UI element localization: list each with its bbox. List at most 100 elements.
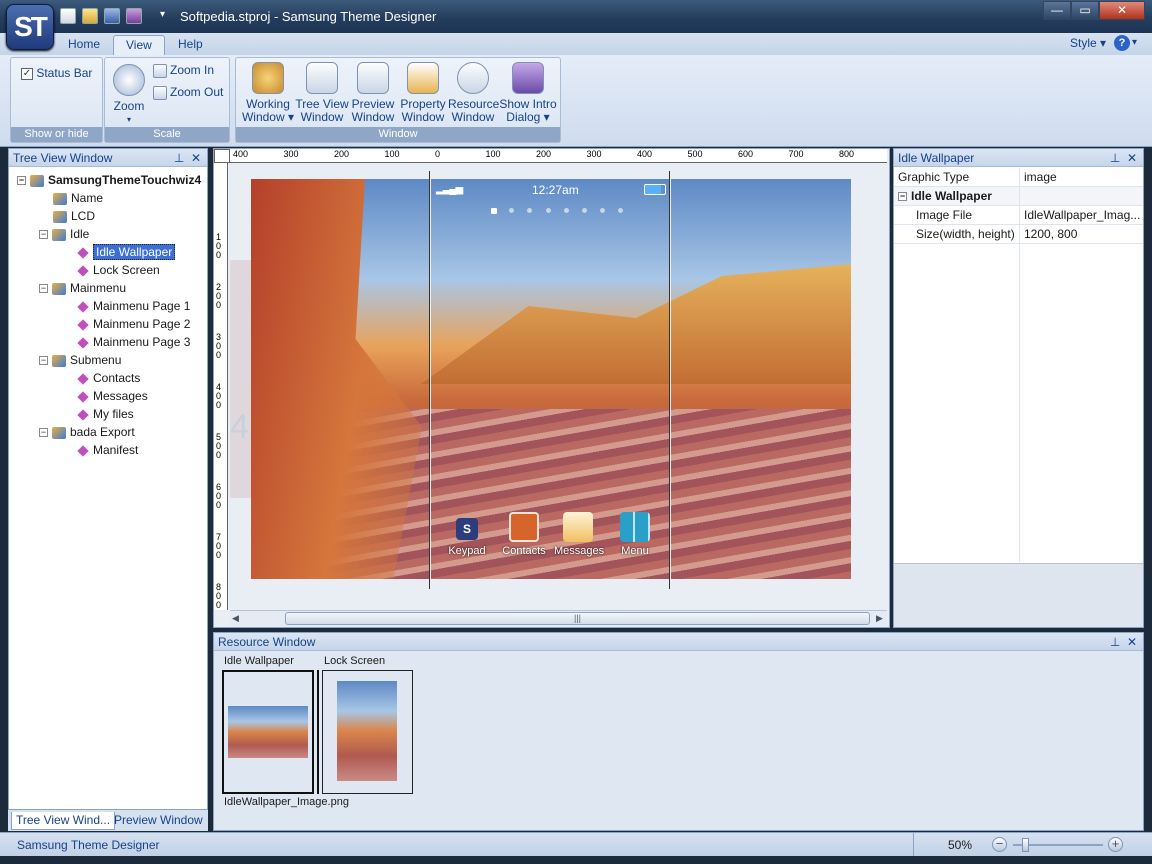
tree-item-lock-screen[interactable]: Lock Screen [77,261,160,279]
app-keypad[interactable]: S Keypad [448,512,486,557]
folder-icon [52,228,66,241]
ruler-top: 40030020010001002003004005006007008009 [230,149,887,163]
collapse-icon[interactable]: − [898,192,907,202]
ruler-left: 100 200 300 400 500 600 700 800 [214,163,228,610]
preview-window-button[interactable]: Preview Window [348,62,398,124]
page-indicator-dot[interactable] [545,208,551,213]
screen-guide-right[interactable] [669,171,671,589]
minimize-button[interactable]: — [1043,1,1071,20]
property-name: Size(width, height) [916,227,1015,241]
page-indicator-dot[interactable] [582,208,587,213]
scroll-thumb[interactable]: ||| [285,612,870,625]
pin-icon[interactable]: ⊥ [174,151,184,165]
tree-item-my-files[interactable]: My files [77,405,134,423]
horizontal-scrollbar[interactable]: ◀ ||| ▶ [230,610,887,626]
ruler-tick-label: 600 [216,482,222,510]
close-button[interactable]: ✕ [1099,1,1145,20]
ruler-tick-label: 200 [536,149,552,159]
resource-window-label-2: Window [451,110,495,124]
tree-view-window-button[interactable]: Tree View Window [294,62,350,124]
collapse-icon[interactable]: − [39,356,48,366]
save-all-icon[interactable] [126,8,142,24]
show-intro-dialog-button[interactable]: Show Intro Dialog ▾ [498,62,558,124]
tab-preview-window[interactable]: Preview Window [110,812,207,830]
status-text: Samsung Theme Designer [17,838,160,852]
close-panel-icon[interactable]: ✕ [1127,151,1137,165]
property-window-button[interactable]: Property Window [398,62,448,124]
zoom-slider-thumb[interactable] [1022,838,1029,852]
page-indicator-dot[interactable] [491,208,497,214]
tab-help[interactable]: Help [166,35,215,55]
tab-home[interactable]: Home [56,35,112,55]
resource-label: Idle Wallpaper [224,655,294,667]
tree-item-label: Mainmenu Page 2 [93,317,191,331]
tree-item-contacts[interactable]: Contacts [77,369,140,387]
resource-item-idle-wallpaper[interactable] [222,670,314,794]
tree-item-idle[interactable]: − Idle [39,225,89,243]
zoom-button[interactable]: Zoom ▾ [111,64,147,126]
tree-item-manifest[interactable]: Manifest [77,441,138,459]
tree-root[interactable]: − SamsungThemeTouchwiz4 [17,171,201,189]
tree-view-window-label-2: Window [300,110,344,124]
tree-item-submenu[interactable]: − Submenu [39,351,121,369]
property-value[interactable]: 1200, 800 [1024,225,1142,244]
page-indicator-dot[interactable] [563,208,569,213]
app-logo[interactable]: ST [6,4,54,50]
tree-item-bada-export[interactable]: − bada Export [39,423,135,441]
tree-item-mainmenu-page-3[interactable]: Mainmenu Page 3 [77,333,190,351]
maximize-button[interactable]: ▭ [1071,1,1099,20]
help-icon[interactable]: ? [1114,35,1130,51]
zoom-out-button[interactable]: Zoom Out [153,86,223,100]
tree-item-lcd[interactable]: LCD [53,207,95,225]
tree-item-messages[interactable]: Messages [77,387,148,405]
tab-view[interactable]: View [113,35,165,55]
zoom-in-label: Zoom In [170,63,215,78]
close-panel-icon[interactable]: ✕ [191,151,201,165]
property-value[interactable]: image [1024,168,1142,187]
resource-item-lock-screen[interactable] [322,670,413,794]
tree-item-label: Mainmenu Page 1 [93,299,191,313]
app-menu[interactable]: Menu [612,512,658,557]
phone-status-bar: ▂▃▄▅ 12:27am [432,180,670,200]
property-value[interactable]: IdleWallpaper_Imag... [1024,206,1142,225]
collapse-icon[interactable]: − [39,230,48,240]
screen-guide-left[interactable] [429,171,431,589]
app-contacts[interactable]: Contacts [500,512,548,557]
collapse-icon[interactable]: − [17,176,26,186]
scroll-left-icon[interactable]: ◀ [232,613,239,624]
zoom-out-icon[interactable]: − [992,837,1007,852]
preview-window-label-2: Window [351,110,395,124]
folder-icon [52,354,66,367]
close-panel-icon[interactable]: ✕ [1127,635,1137,649]
ribbon: ✓ Status Bar Show or hide Zoom ▾ Zoom In… [0,55,1152,147]
collapse-icon[interactable]: − [39,284,48,294]
style-menu[interactable]: Style ▾ [1070,36,1106,50]
pin-icon[interactable]: ⊥ [1110,635,1120,649]
app-messages[interactable]: Messages [554,512,604,557]
qat-dropdown-icon[interactable]: ▾ [160,9,165,20]
tree-item-mainmenu[interactable]: − Mainmenu [39,279,126,297]
zoom-in-icon[interactable]: + [1108,837,1123,852]
tree-item-idle-wallpaper[interactable]: Idle Wallpaper [77,243,176,261]
new-file-icon[interactable] [60,8,76,24]
tree-item-name[interactable]: Name [53,189,103,207]
leaf-icon [77,265,89,277]
pin-icon[interactable]: ⊥ [1110,151,1120,165]
idle-wallpaper-image[interactable] [251,179,851,579]
working-window-button[interactable]: Working Window ▾ [240,62,296,124]
property-panel: Idle Wallpaper ⊥ ✕ Graphic Type image − Id… [893,148,1144,628]
ruler-tick-label: 700 [788,149,804,159]
tree-item-mainmenu-page-1[interactable]: Mainmenu Page 1 [77,297,191,315]
scroll-right-icon[interactable]: ▶ [876,613,883,624]
group-window: Working Window ▾ Tree View Window Preview W… [235,57,561,143]
resource-window-button[interactable]: Resource Window [448,62,499,124]
save-icon[interactable] [104,8,120,24]
open-folder-icon[interactable] [82,8,98,24]
collapse-icon[interactable]: − [39,428,48,438]
help-dropdown-icon[interactable]: ▾ [1132,37,1137,48]
tree-item-mainmenu-page-2[interactable]: Mainmenu Page 2 [77,315,191,333]
ribbon-tab-bar: Home View Help Style ▾ ? ▾ [0,33,1152,55]
zoom-in-button[interactable]: Zoom In [153,64,214,78]
status-bar-checkbox[interactable]: ✓ Status Bar [21,66,92,80]
tab-tree-view-window[interactable]: Tree View Wind... [11,812,116,830]
